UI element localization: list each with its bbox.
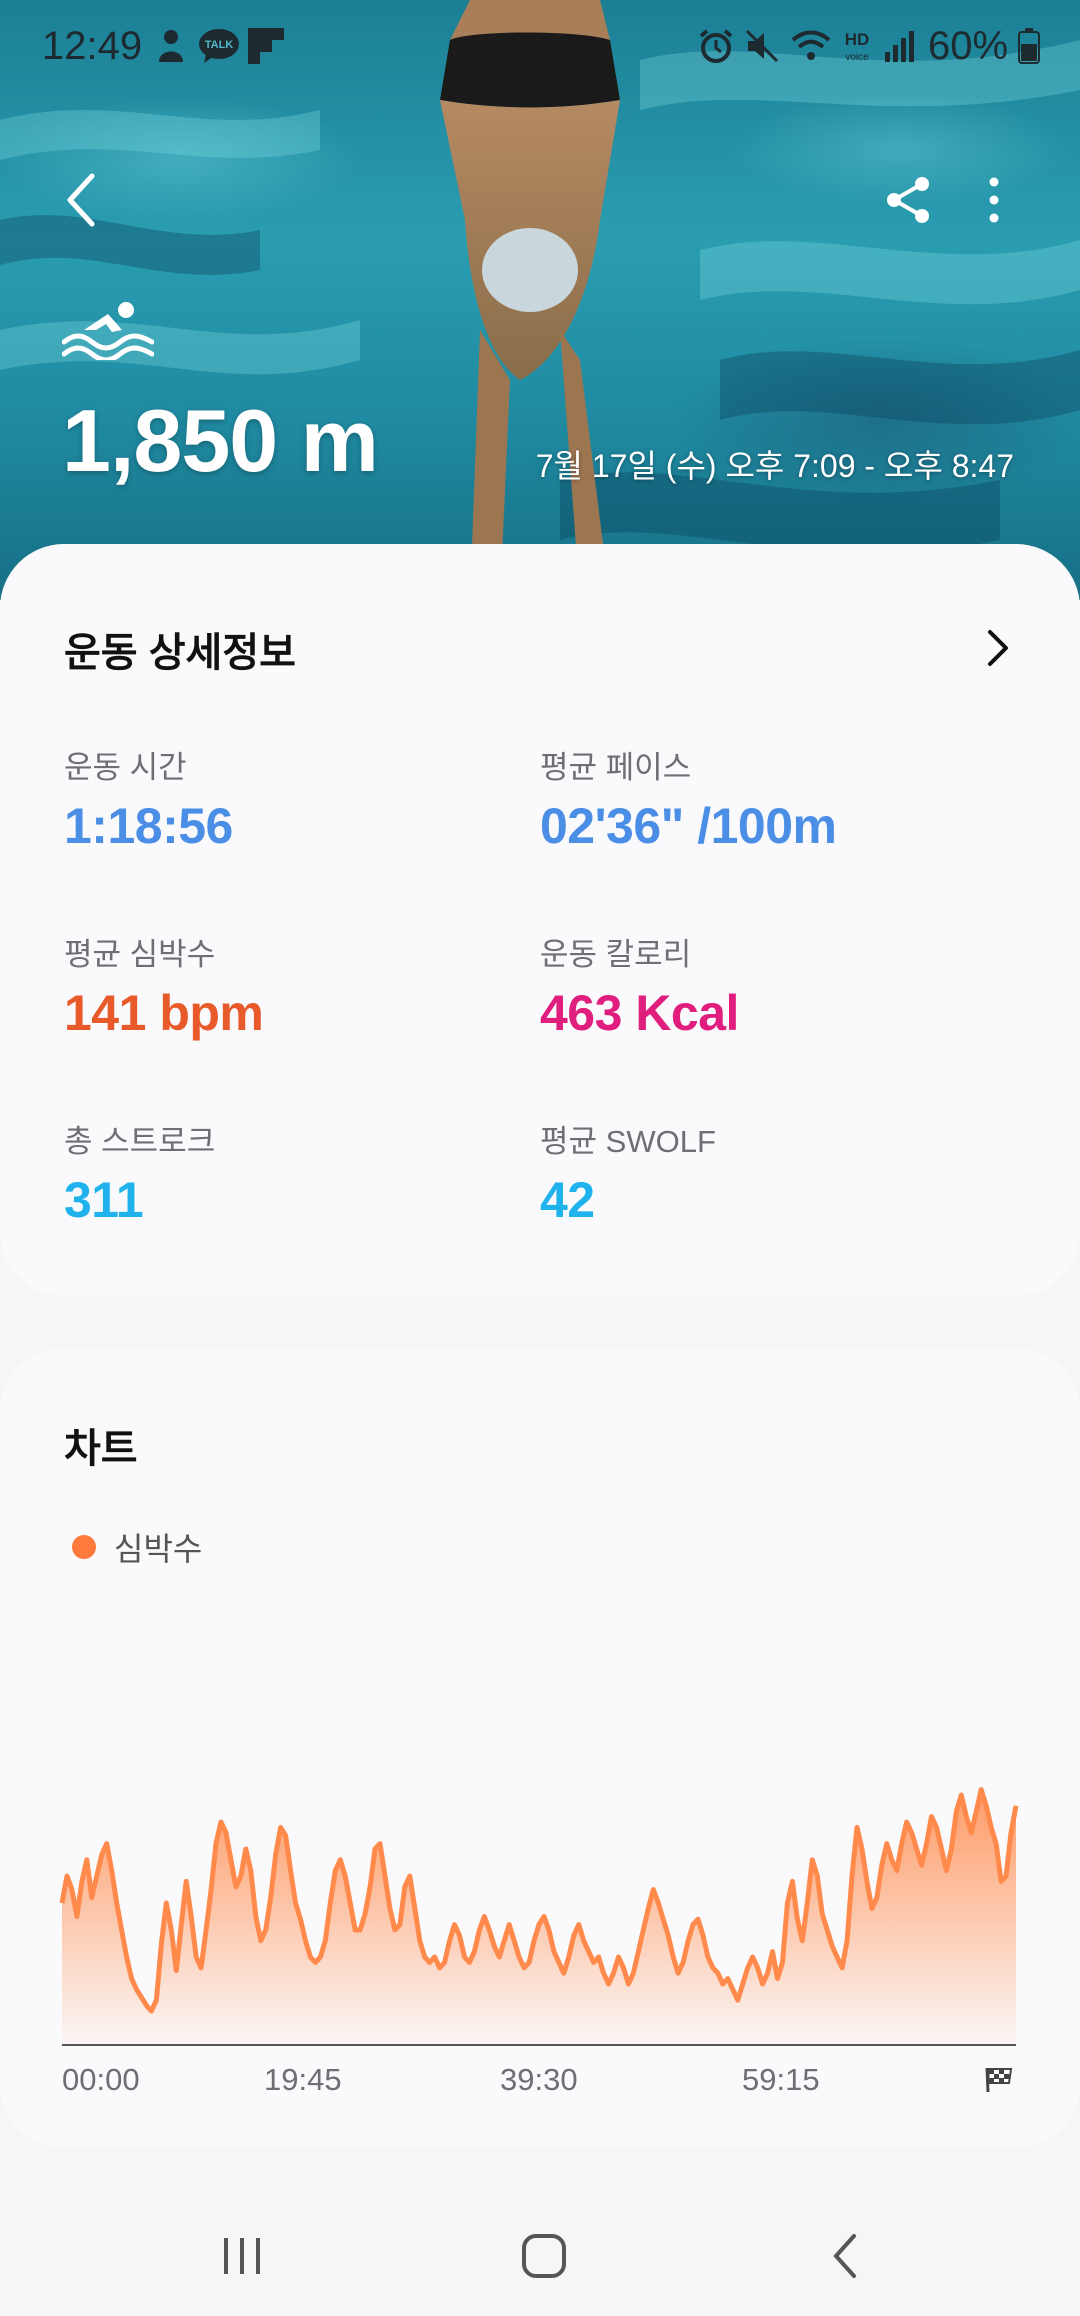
swimming-icon <box>62 302 154 360</box>
metric-average-heart-rate: 평균 심박수 141 bpm <box>64 929 524 1042</box>
metric-label: 평균 심박수 <box>64 937 216 972</box>
workout-date-range: 7월 17일 (수) 오후 7:09 - 오후 8:47 <box>535 448 1014 484</box>
heart-rate-chart <box>59 1787 1019 2046</box>
metric-value: 141 bpm <box>64 985 264 1041</box>
talk-icon: TALK <box>199 29 239 63</box>
metric-label: 평균 SWOLF <box>540 1124 716 1159</box>
battery-percent: 60% <box>928 24 1009 68</box>
metric-label: 총 스트로크 <box>64 1124 216 1159</box>
x-tick-label: 00:00 <box>62 2062 140 2097</box>
svg-text:voice: voice <box>845 52 869 63</box>
hero-banner: 12:49 TALK HD voice 60% 1,850 m 7월 17일 (수… <box>0 0 1080 600</box>
metric-label: 평균 페이스 <box>540 750 692 785</box>
metric-value: 42 <box>540 1172 595 1228</box>
chart-card: 차트 심박수 00:00 19:45 39:30 59:15 <box>0 1348 1080 2148</box>
metric-value: 463 Kcal <box>540 985 739 1041</box>
mute-icon <box>745 29 779 63</box>
x-tick-label: 19:45 <box>264 2062 342 2097</box>
signal-icon <box>885 31 914 62</box>
x-tick-label: 59:15 <box>742 2062 820 2097</box>
navigation-bar <box>0 2196 1080 2316</box>
back-icon[interactable] <box>816 2228 876 2284</box>
total-distance: 1,850 m <box>62 391 379 490</box>
alarm-icon <box>699 29 733 63</box>
svg-text:HD: HD <box>845 30 870 49</box>
hd-voice-icon: HD voice <box>845 30 870 63</box>
status-bar: 12:49 TALK HD voice 60% <box>0 0 1080 92</box>
svg-text:TALK: TALK <box>205 39 234 51</box>
flipboard-icon <box>248 28 284 64</box>
metric-total-strokes: 총 스트로크 311 <box>64 1116 524 1229</box>
metric-workout-time: 운동 시간 1:18:56 <box>64 742 524 855</box>
more-options-icon[interactable] <box>976 172 1012 228</box>
metric-average-swolf: 평균 SWOLF 42 <box>540 1116 1000 1229</box>
battery-icon <box>1018 28 1040 64</box>
heart-rate-area <box>62 1789 1016 2044</box>
metric-average-pace: 평균 페이스 02'36" /100m <box>540 742 1000 855</box>
metric-calories: 운동 칼로리 463 Kcal <box>540 929 1000 1042</box>
person-icon <box>159 30 183 62</box>
metric-label: 운동 시간 <box>64 750 187 785</box>
x-tick-label: 39:30 <box>500 2062 578 2097</box>
back-arrow-icon[interactable] <box>58 170 110 230</box>
status-time: 12:49 <box>42 24 143 68</box>
metric-value: 1:18:56 <box>64 798 233 854</box>
metric-value: 311 <box>64 1172 144 1228</box>
chevron-right-icon[interactable] <box>980 626 1014 670</box>
details-title: 운동 상세정보 <box>64 631 296 675</box>
share-icon[interactable] <box>880 172 936 228</box>
metric-value: 02'36" /100m <box>540 798 837 854</box>
workout-details-card: 운동 상세정보 운동 시간 1:18:56 평균 페이스 02'36" /100… <box>0 544 1080 1296</box>
home-icon[interactable] <box>514 2228 574 2284</box>
wifi-icon <box>791 30 831 60</box>
recents-icon[interactable] <box>212 2228 272 2284</box>
metric-label: 운동 칼로리 <box>540 937 692 972</box>
finish-flag-icon <box>985 2067 1013 2093</box>
